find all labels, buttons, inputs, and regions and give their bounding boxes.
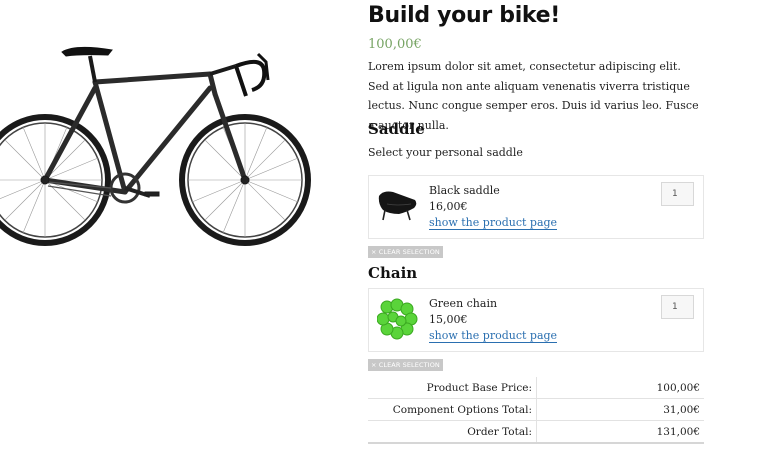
component-option-chain[interactable]: Green chain 15,00€ show the product page… — [368, 288, 704, 352]
table-row: Product Base Price: 100,00€ — [368, 377, 704, 399]
base-price-value: 100,00€ — [536, 377, 704, 399]
options-total-label: Component Options Total: — [368, 398, 537, 421]
road-bike-image — [0, 46, 311, 246]
product-title: Build your bike! — [368, 3, 561, 28]
price-totals-table: Product Base Price: 100,00€ Component Op… — [368, 377, 704, 444]
options-total-value: 31,00€ — [536, 398, 704, 421]
green-chain-thumbnail[interactable] — [376, 295, 419, 343]
component-title-saddle: Saddle — [368, 120, 425, 138]
clear-selection-button-chain[interactable]: × CLEAR SELECTION — [368, 359, 443, 371]
black-saddle-thumbnail[interactable] — [377, 182, 419, 230]
option-price: 15,00€ — [429, 313, 468, 326]
product-price: 100,00€ — [368, 37, 422, 52]
quantity-input[interactable]: 1 — [661, 182, 694, 206]
option-name: Green chain — [429, 297, 498, 310]
table-row: Order Total: 131,00€ — [368, 420, 704, 444]
option-name: Black saddle — [429, 184, 500, 197]
quantity-input[interactable]: 1 — [661, 295, 694, 319]
component-option-saddle[interactable]: Black saddle 16,00€ show the product pag… — [368, 175, 704, 239]
black-saddle-image — [378, 191, 417, 221]
show-product-page-link[interactable]: show the product page — [429, 329, 558, 343]
order-total-value: 131,00€ — [536, 420, 704, 444]
clear-selection-button-saddle[interactable]: × CLEAR SELECTION — [368, 246, 443, 258]
option-price: 16,00€ — [429, 200, 468, 213]
show-product-page-link[interactable]: show the product page — [429, 216, 558, 230]
green-chain-image — [376, 298, 418, 340]
product-image-bike[interactable] — [0, 0, 340, 300]
table-row: Component Options Total: 31,00€ — [368, 398, 704, 421]
order-total-label: Order Total: — [368, 420, 537, 444]
base-price-label: Product Base Price: — [368, 377, 537, 399]
component-title-chain: Chain — [368, 264, 418, 282]
component-subtitle-saddle: Select your personal saddle — [368, 146, 523, 159]
